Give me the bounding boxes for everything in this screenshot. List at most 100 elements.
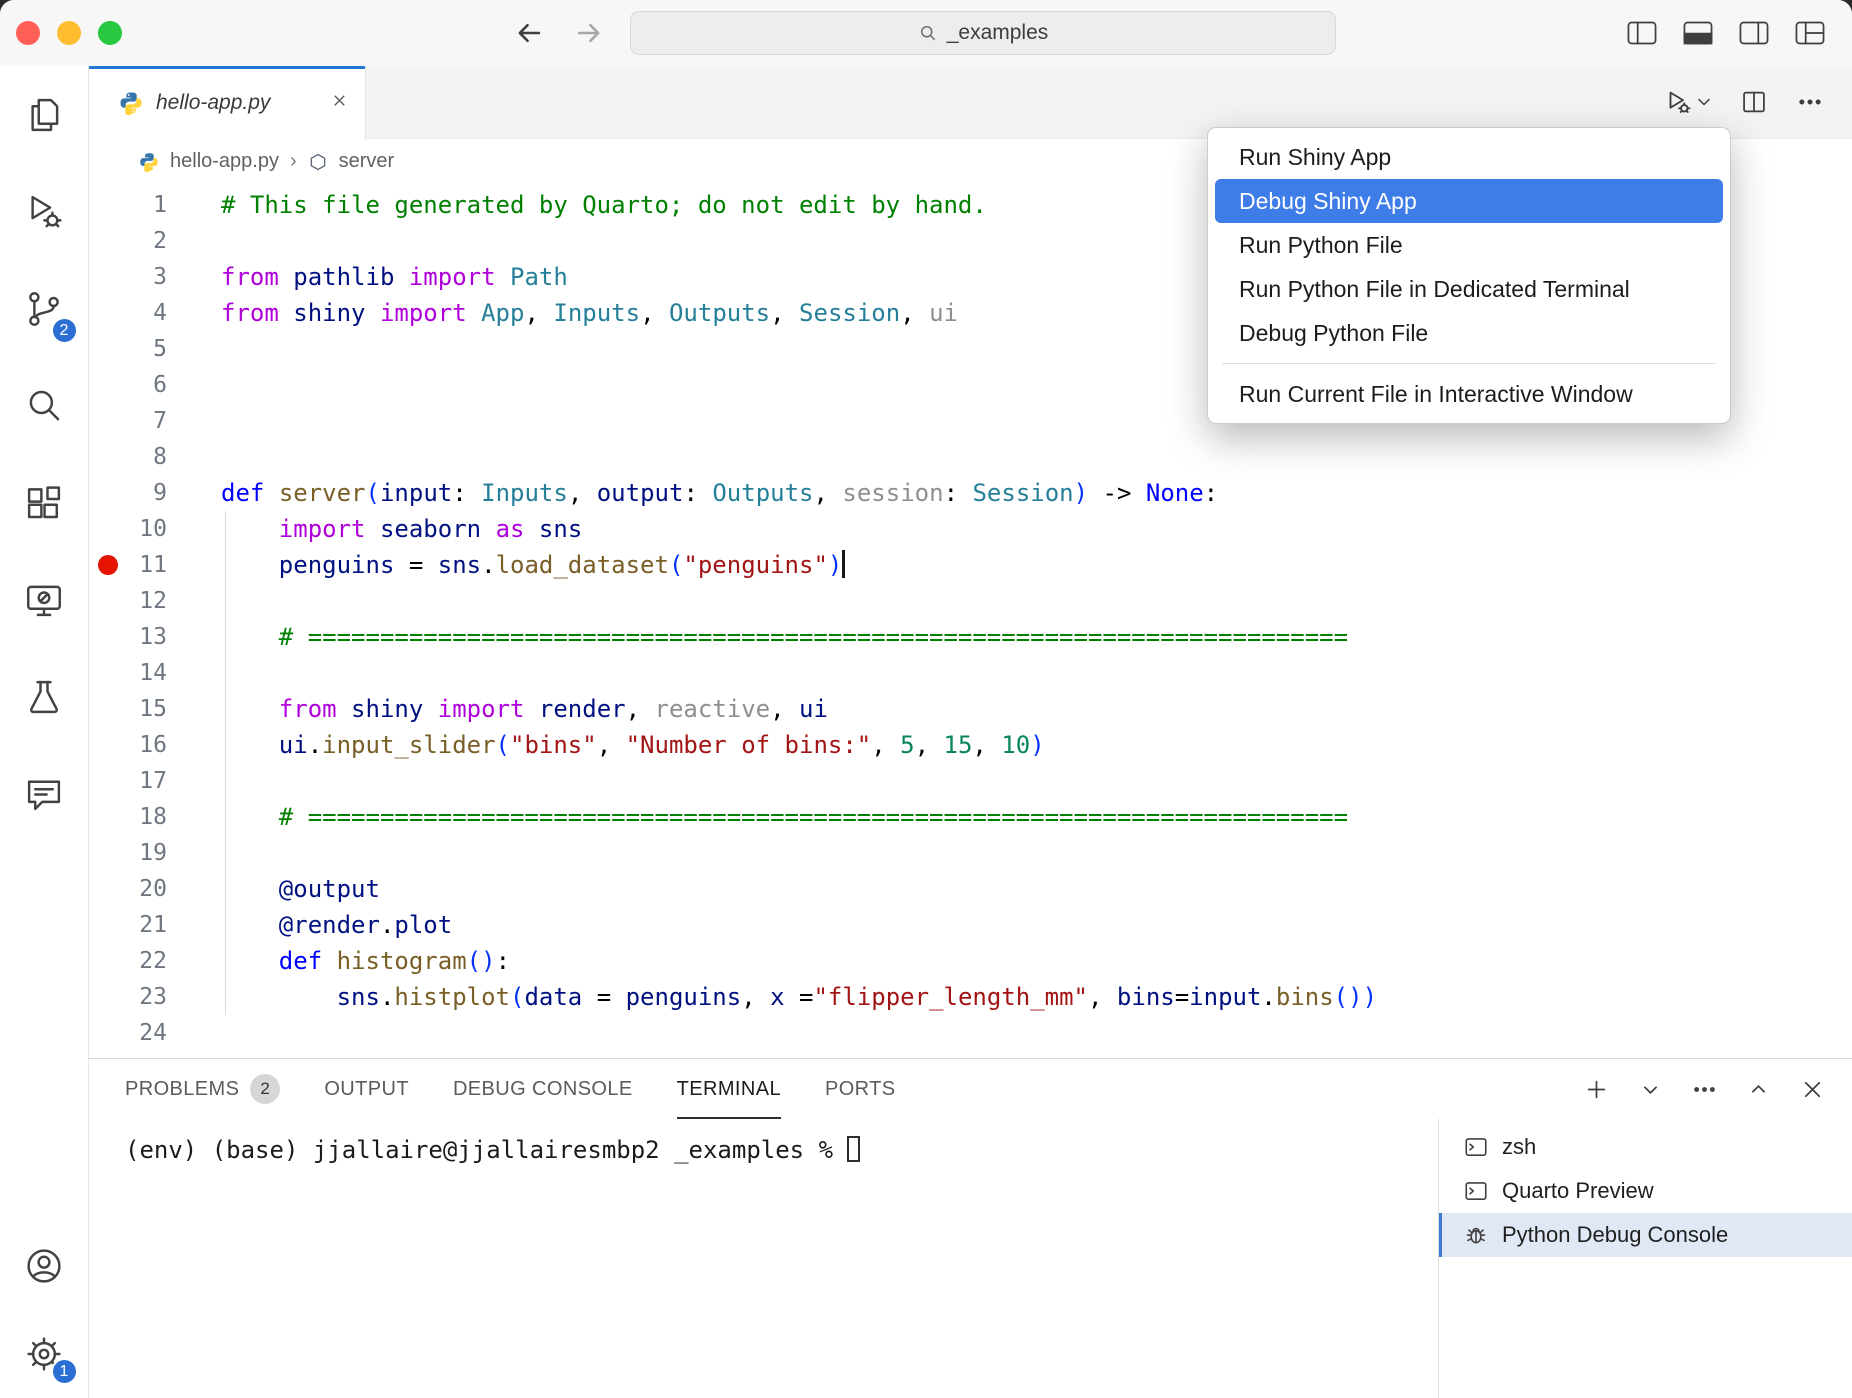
more-actions-icon[interactable]	[1796, 88, 1824, 116]
terminal-list-label: Quarto Preview	[1502, 1178, 1654, 1204]
code-token: import	[380, 299, 467, 327]
indent-guide	[225, 727, 226, 763]
code-gutter[interactable]: 23	[89, 979, 221, 1015]
code-line[interactable]: 18 # ===================================…	[89, 799, 1852, 835]
forward-icon[interactable]	[572, 16, 606, 50]
code-line[interactable]: 19	[89, 835, 1852, 871]
code-gutter[interactable]: 24	[89, 1015, 221, 1051]
code-gutter[interactable]: 18	[89, 799, 221, 835]
activity-explorer[interactable]	[0, 66, 89, 163]
panel-more-icon[interactable]	[1691, 1076, 1718, 1103]
code-line[interactable]: 24	[89, 1015, 1852, 1051]
code-line[interactable]: 10 import seaborn as sns	[89, 511, 1852, 547]
tab-hello-app-py[interactable]: hello-app.py	[89, 66, 366, 139]
source-control-badge: 2	[51, 317, 78, 344]
activity-settings[interactable]: 1	[0, 1310, 89, 1398]
code-line[interactable]: 15 from shiny import render, reactive, u…	[89, 691, 1852, 727]
code-line[interactable]: 21 @render.plot	[89, 907, 1852, 943]
code-gutter[interactable]: 21	[89, 907, 221, 943]
code-gutter[interactable]: 17	[89, 763, 221, 799]
toggle-secondary-sidebar-icon[interactable]	[1738, 18, 1770, 48]
code-gutter[interactable]: 1	[89, 187, 221, 223]
code-line[interactable]: 17	[89, 763, 1852, 799]
breadcrumb-file[interactable]: hello-app.py	[170, 150, 279, 173]
code-gutter[interactable]: 20	[89, 871, 221, 907]
code-line[interactable]: 8	[89, 439, 1852, 475]
activity-search[interactable]	[0, 357, 89, 454]
activity-account[interactable]	[0, 1222, 89, 1310]
code-gutter[interactable]: 9	[89, 475, 221, 511]
code-gutter[interactable]: 5	[89, 331, 221, 367]
split-editor-icon[interactable]	[1740, 88, 1768, 116]
code-gutter[interactable]: 6	[89, 367, 221, 403]
terminal-profile-chevron-icon[interactable]	[1637, 1076, 1664, 1103]
code-token: # ======================================…	[279, 623, 1348, 651]
run-or-debug-button[interactable]	[1663, 87, 1712, 117]
code-token: None	[1146, 479, 1204, 507]
code-line[interactable]: 23 sns.histplot(data = penguins, x ="fli…	[89, 979, 1852, 1015]
code-gutter[interactable]: 2	[89, 223, 221, 259]
activity-run-debug[interactable]	[0, 163, 89, 260]
maximize-panel-icon[interactable]	[1745, 1076, 1772, 1103]
terminal-viewport[interactable]: (env) (base) jjallaire@jjallairesmbp2 _e…	[89, 1119, 1438, 1398]
activity-source-control[interactable]: 2	[0, 260, 89, 357]
code-line[interactable]: 9def server(input: Inputs, output: Outpu…	[89, 475, 1852, 511]
activity-testing[interactable]	[0, 648, 89, 745]
back-icon[interactable]	[512, 16, 546, 50]
code-gutter[interactable]: 16	[89, 727, 221, 763]
code-gutter[interactable]: 14	[89, 655, 221, 691]
breadcrumb-symbol[interactable]: server	[339, 150, 395, 173]
close-window-button[interactable]	[16, 21, 40, 45]
close-panel-icon[interactable]	[1799, 1076, 1826, 1103]
panel-tab-problems[interactable]: PROBLEMS2	[125, 1059, 280, 1119]
code-gutter[interactable]: 13	[89, 619, 221, 655]
menu-item-run-python-file-in-dedicated-terminal[interactable]: Run Python File in Dedicated Terminal	[1215, 267, 1723, 311]
terminal-list-item-python-debug-console[interactable]: Python Debug Console	[1439, 1213, 1852, 1257]
code-token: session	[842, 479, 943, 507]
activity-comments[interactable]	[0, 745, 89, 842]
code-line[interactable]: 22 def histogram():	[89, 943, 1852, 979]
code-gutter[interactable]: 8	[89, 439, 221, 475]
code-token: .	[481, 551, 495, 579]
zoom-window-button[interactable]	[98, 21, 122, 45]
panel-tab-terminal[interactable]: TERMINAL	[677, 1059, 781, 1119]
code-line[interactable]: 12	[89, 583, 1852, 619]
code-token: pathlib	[293, 263, 394, 291]
new-terminal-icon[interactable]	[1583, 1076, 1610, 1103]
panel-tab-output[interactable]: OUTPUT	[324, 1059, 409, 1119]
menu-item-run-current-file-in-interactive-window[interactable]: Run Current File in Interactive Window	[1215, 372, 1723, 416]
code-gutter[interactable]: 15	[89, 691, 221, 727]
code-line[interactable]: 16 ui.input_slider("bins", "Number of bi…	[89, 727, 1852, 763]
code-gutter[interactable]: 11	[89, 547, 221, 583]
code-text: # ======================================…	[221, 619, 1852, 655]
code-gutter[interactable]: 19	[89, 835, 221, 871]
menu-item-run-python-file[interactable]: Run Python File	[1215, 223, 1723, 267]
code-line[interactable]: 14	[89, 655, 1852, 691]
code-line[interactable]: 13 # ===================================…	[89, 619, 1852, 655]
close-tab-icon[interactable]	[330, 91, 349, 115]
code-line[interactable]: 11 penguins = sns.load_dataset("penguins…	[89, 547, 1852, 583]
activity-extensions[interactable]	[0, 454, 89, 551]
customize-layout-icon[interactable]	[1794, 18, 1826, 48]
code-gutter[interactable]: 12	[89, 583, 221, 619]
code-line[interactable]: 20 @output	[89, 871, 1852, 907]
code-gutter[interactable]: 7	[89, 403, 221, 439]
toggle-panel-icon[interactable]	[1682, 18, 1714, 48]
code-gutter[interactable]: 10	[89, 511, 221, 547]
titlebar-search[interactable]: _examples	[630, 11, 1336, 55]
minimize-window-button[interactable]	[57, 21, 81, 45]
activity-live-preview[interactable]	[0, 551, 89, 648]
code-gutter[interactable]: 4	[89, 295, 221, 331]
toggle-sidebar-icon[interactable]	[1626, 18, 1658, 48]
breakpoint-dot[interactable]	[98, 555, 118, 575]
code-gutter[interactable]: 3	[89, 259, 221, 295]
menu-item-debug-python-file[interactable]: Debug Python File	[1215, 311, 1723, 355]
code-token	[366, 515, 380, 543]
panel-tab-debug-console[interactable]: DEBUG CONSOLE	[453, 1059, 633, 1119]
panel-tab-ports[interactable]: PORTS	[825, 1059, 896, 1119]
terminal-list-item-zsh[interactable]: zsh	[1439, 1125, 1852, 1169]
menu-item-run-shiny-app[interactable]: Run Shiny App	[1215, 135, 1723, 179]
code-gutter[interactable]: 22	[89, 943, 221, 979]
menu-item-debug-shiny-app[interactable]: Debug Shiny App	[1215, 179, 1723, 223]
terminal-list-item-quarto-preview[interactable]: Quarto Preview	[1439, 1169, 1852, 1213]
